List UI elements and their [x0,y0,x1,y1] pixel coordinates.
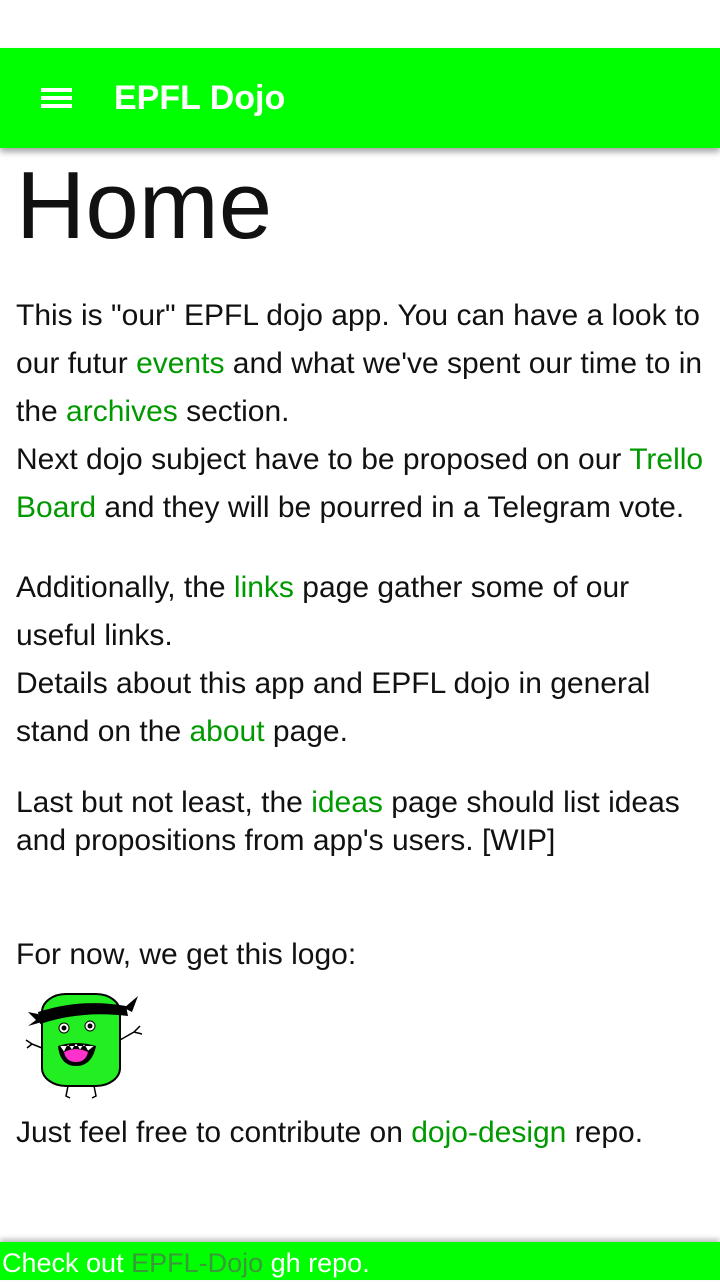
footer-bar: Check out EPFL-Dojo gh repo. [0,1242,720,1280]
intro-text-5: and they will be pourred in a Telegram v… [96,491,685,524]
main-content: Home This is "our" EPFL dojo app. You ca… [16,148,706,1152]
dojo-mascot-logo [25,993,143,1099]
intro-paragraph: This is "our" EPFL dojo app. You can hav… [16,292,706,532]
links-paragraph: Additionally, the links page gather some… [16,564,706,756]
contribute-text-2: repo. [566,1116,644,1149]
contribute-paragraph: Just feel free to contribute on dojo-des… [16,1114,706,1152]
dojo-design-link[interactable]: dojo-design [411,1116,566,1149]
links-link[interactable]: links [234,571,294,604]
app-bar: EPFL Dojo [0,48,720,148]
footer-text-2: gh repo. [263,1248,370,1278]
links-text-4: page. [264,715,348,748]
about-link[interactable]: about [189,715,264,748]
status-bar [0,0,720,48]
links-text-1: Additionally, the [16,571,234,604]
app-title: EPFL Dojo [114,79,286,117]
ideas-text-1: Last but not least, the [16,786,312,819]
hamburger-menu-icon[interactable] [28,74,86,122]
contribute-text-1: Just feel free to contribute on [16,1116,412,1149]
ideas-paragraph: Last but not least, the ideas page shoul… [16,784,706,860]
logo-intro-paragraph: For now, we get this logo: [16,938,357,971]
events-link[interactable]: events [136,347,224,380]
github-repo-link[interactable]: EPFL-Dojo [131,1248,263,1278]
footer-text-1: Check out [2,1248,132,1278]
page-title: Home [16,152,273,259]
intro-text-3: section. [177,395,290,428]
ideas-link[interactable]: ideas [311,786,383,819]
archives-link[interactable]: archives [66,395,178,428]
intro-text-4: Next dojo subject have to be proposed on… [16,443,630,476]
